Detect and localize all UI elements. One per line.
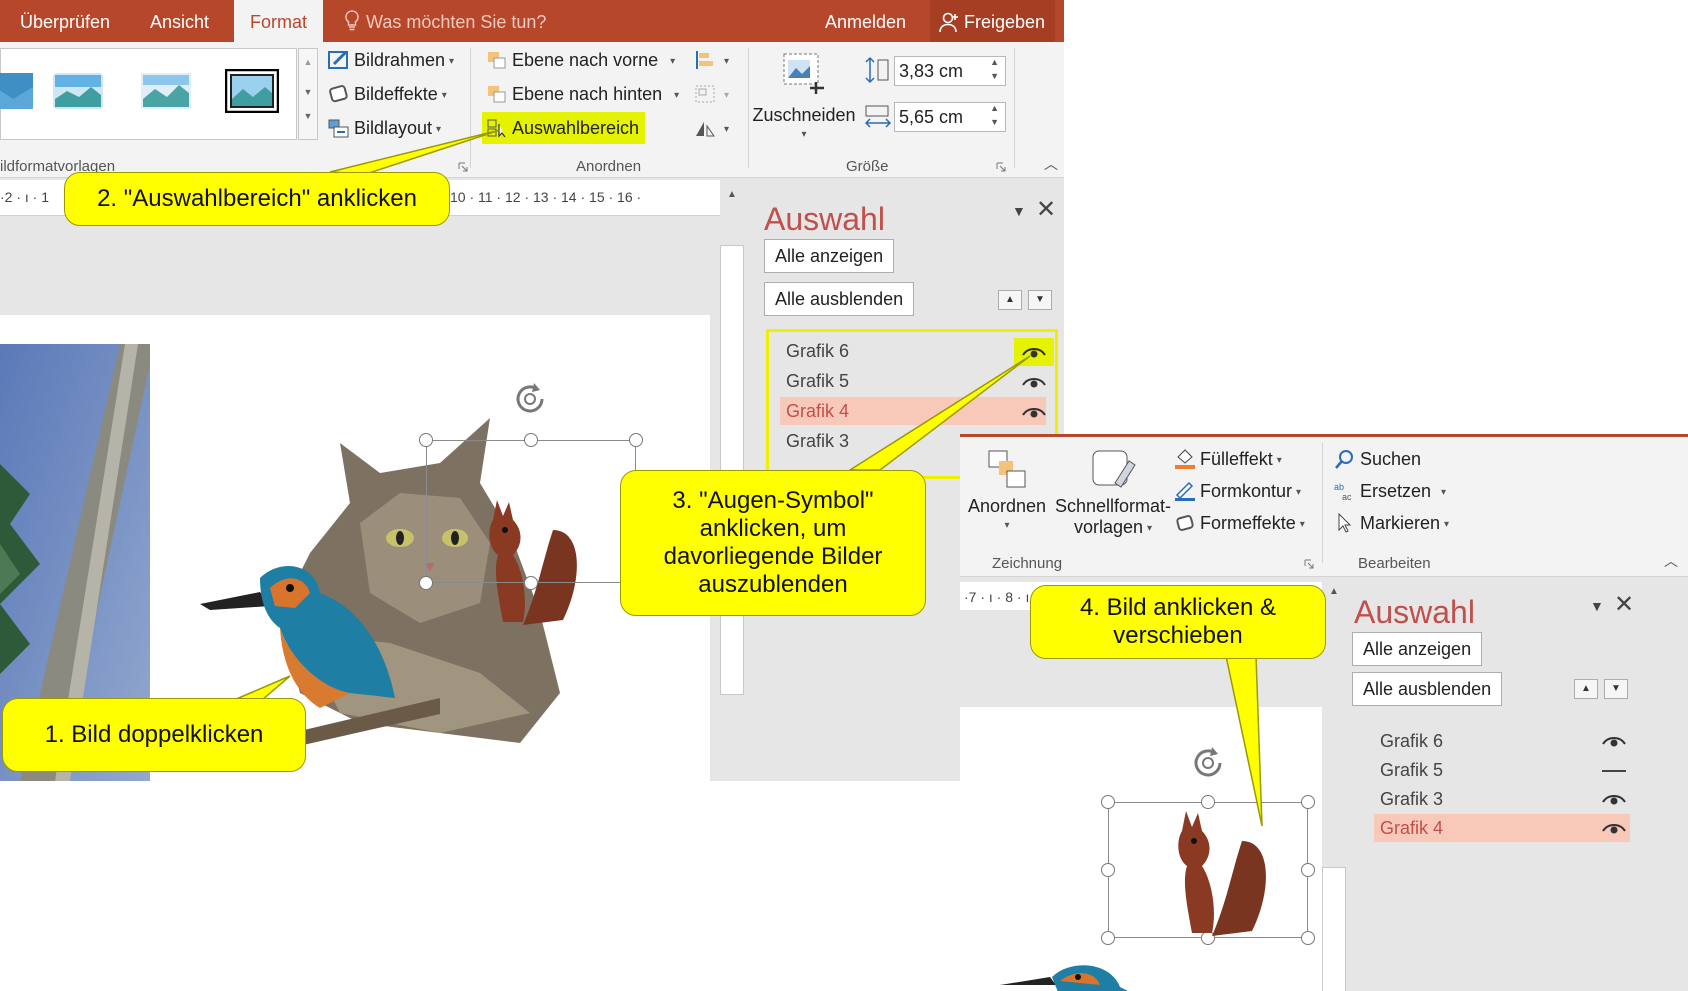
callout-step4: 4. Bild anklicken & verschieben [1030,585,1326,659]
callout-pointer-step3 [847,355,1031,471]
callout-step2: 2. "Auswahlbereich" anklicken [64,172,450,226]
callout-step3: 3. "Augen-Symbol" anklicken, um davorlie… [620,470,926,616]
callout-pointer-step2 [329,129,501,175]
callout-pointer-step4 [1225,655,1263,827]
tutorial-collage: Überprüfen Ansicht Format Was möchten Si… [0,0,1688,991]
callout-pointer-step1 [233,675,291,701]
callout-step1: 1. Bild doppelklicken [2,698,306,772]
